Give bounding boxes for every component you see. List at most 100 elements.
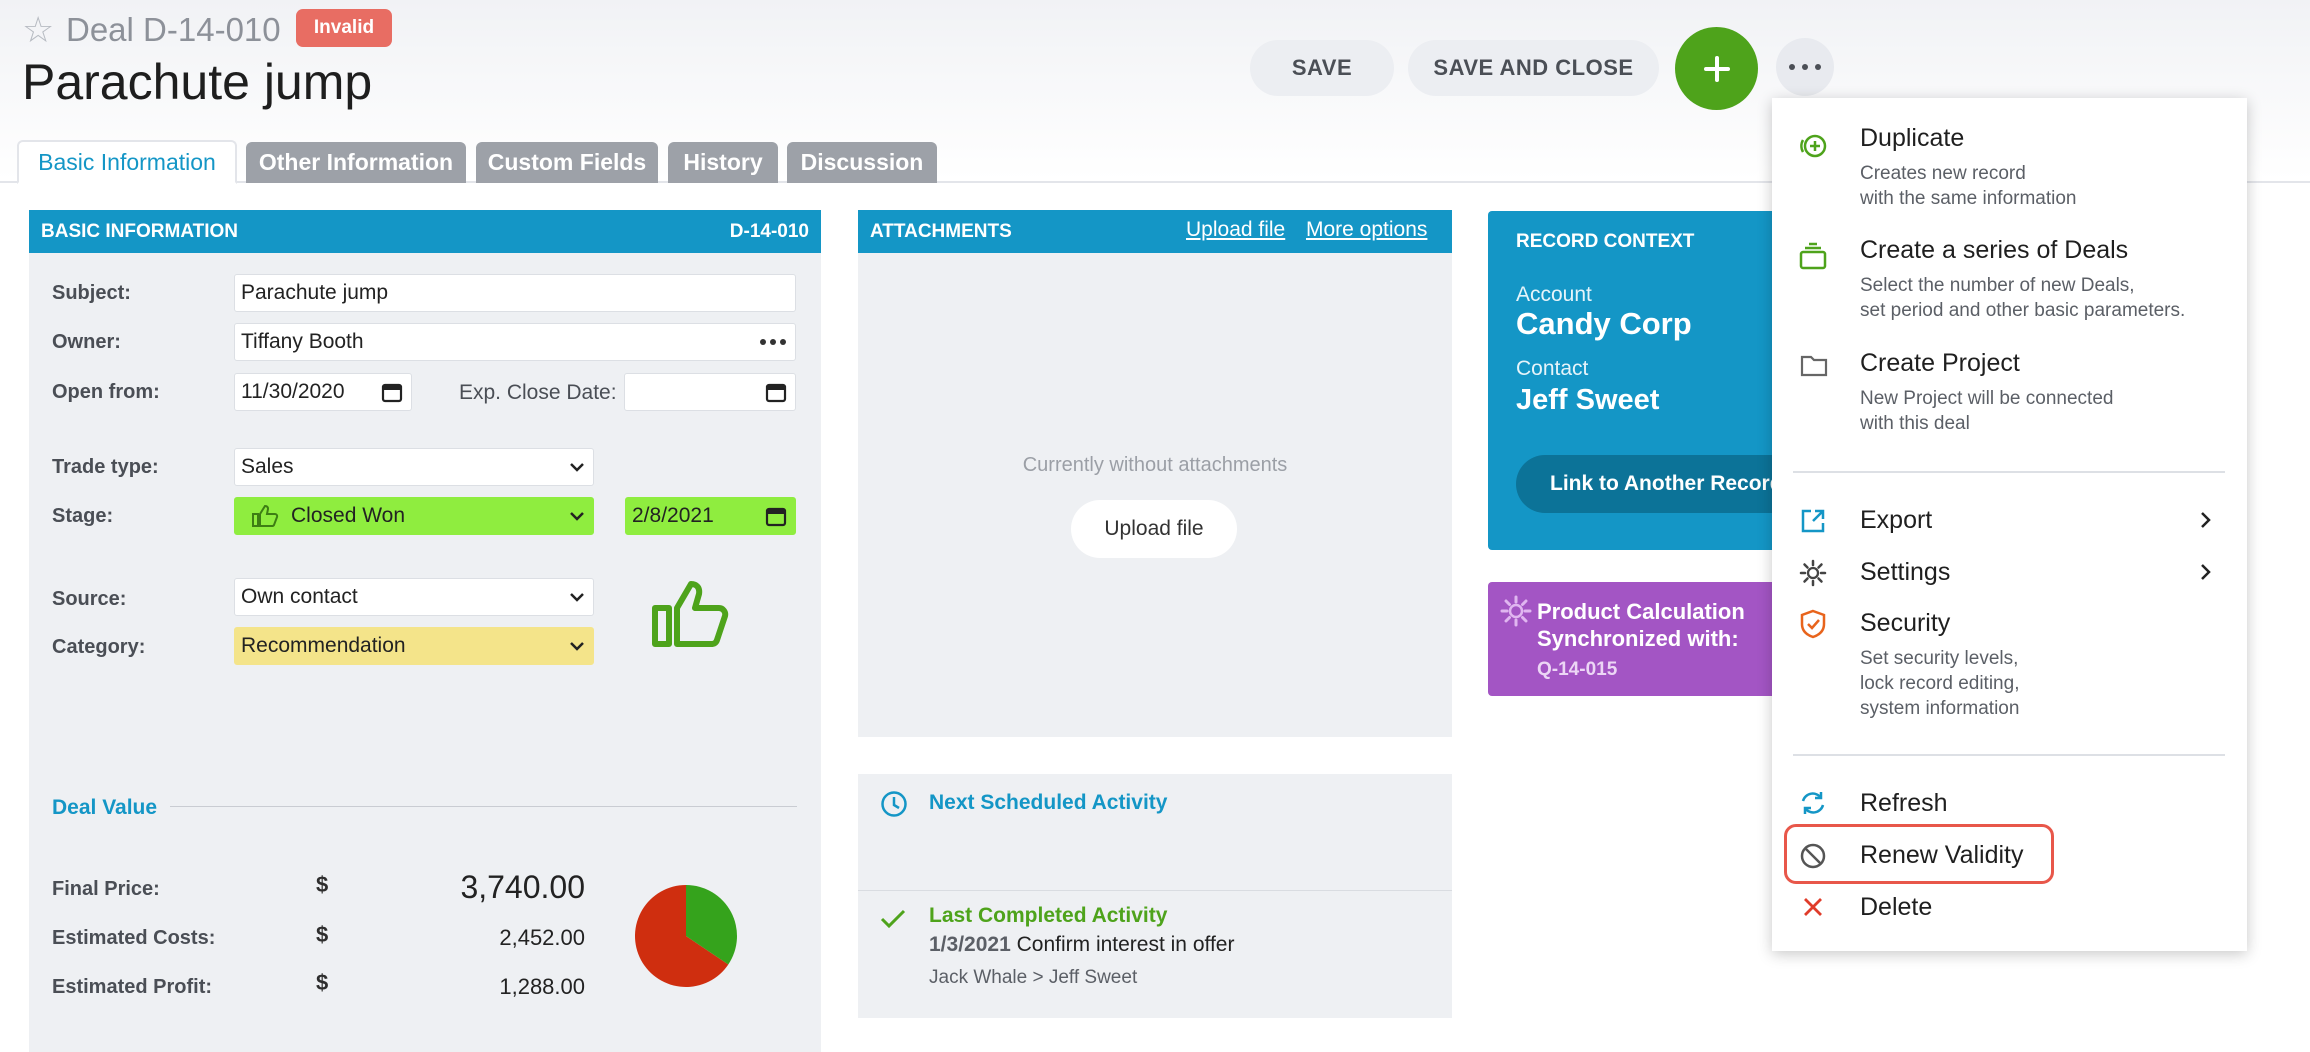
tab-basic-information[interactable]: Basic Information [17, 140, 237, 184]
menu-item-security[interactable]: Security Set security levels, lock recor… [1860, 609, 2240, 721]
upload-file-link[interactable]: Upload file [1186, 218, 1285, 242]
owner-label: Owner: [52, 331, 121, 353]
calendar-icon[interactable] [765, 505, 787, 527]
more-options-link[interactable]: More options [1306, 218, 1427, 242]
menu-item-create-project[interactable]: Create Project New Project will be conne… [1860, 349, 2240, 436]
chevron-down-icon [570, 512, 584, 521]
linked-quote-id[interactable]: Q-14-015 [1537, 659, 1617, 681]
chevron-right-icon [2201, 512, 2211, 528]
menu-item-refresh[interactable]: Refresh [1860, 789, 1948, 818]
stage-thumbs-up-icon [652, 581, 729, 647]
tab-history[interactable]: History [668, 142, 778, 183]
add-button[interactable] [1675, 27, 1758, 110]
subject-field[interactable]: Parachute jump [234, 274, 796, 312]
trade-type-value: Sales [241, 455, 294, 478]
ellipsis-dot [1815, 64, 1821, 70]
more-actions-button[interactable] [1776, 38, 1834, 96]
stage-select[interactable]: Closed Won [234, 497, 594, 535]
exp-close-date-field[interactable] [624, 373, 796, 411]
tab-custom-fields[interactable]: Custom Fields [476, 142, 658, 183]
menu-item-delete[interactable]: Delete [1860, 893, 1932, 922]
record-context-title: RECORD CONTEXT [1516, 231, 1695, 252]
activities-divider [858, 890, 1452, 891]
checkmark-icon [880, 909, 906, 929]
page-title: Parachute jump [22, 54, 373, 110]
category-label: Category: [52, 636, 146, 658]
menu-item-renew-validity[interactable]: Renew Validity [1860, 841, 2024, 870]
plus-icon [1703, 55, 1730, 82]
refresh-icon [1801, 792, 1825, 814]
estimated-profit-label: Estimated Profit: [52, 976, 213, 998]
upload-file-button[interactable]: Upload file [1071, 500, 1237, 558]
category-value: Recommendation [241, 634, 406, 657]
menu-item-title: Create a series of Deals [1860, 236, 2129, 264]
tab-discussion[interactable]: Discussion [787, 142, 937, 183]
calendar-icon[interactable] [381, 381, 403, 403]
chevron-right-icon [2201, 564, 2211, 580]
record-id: D-14-010 [143, 11, 281, 48]
menu-item-description: New Project will be connected [1860, 388, 2114, 409]
menu-item-description: system information [1860, 698, 2020, 719]
calendar-icon[interactable] [765, 381, 787, 403]
save-button[interactable]: SAVE [1250, 40, 1394, 96]
basic-information-header: BASIC INFORMATION D-14-010 [29, 210, 821, 253]
gear-icon [1500, 595, 1532, 627]
status-badge: Invalid [296, 9, 392, 47]
category-select[interactable]: Recommendation [234, 627, 594, 665]
menu-divider [1793, 471, 2225, 473]
menu-item-description: Select the number of new Deals, [1860, 275, 2135, 296]
estimated-costs-label: Estimated Costs: [52, 927, 216, 949]
product-calculation-subtitle: Synchronized with: [1537, 626, 1739, 651]
folder-icon [1800, 355, 1828, 377]
menu-item-export[interactable]: Export [1860, 506, 1932, 535]
menu-item-description: with this deal [1860, 413, 1970, 434]
menu-item-duplicate[interactable]: Duplicate Creates new record with the sa… [1860, 124, 2240, 211]
open-from-value: 11/30/2020 [241, 380, 345, 403]
currency-symbol: $ [316, 970, 329, 995]
next-scheduled-activity[interactable]: Next Scheduled Activity [929, 791, 1167, 815]
activity-participants: Jack Whale > Jeff Sweet [929, 967, 1138, 988]
owner-picker-icon[interactable] [759, 338, 787, 346]
estimated-costs-value: 2,452.00 [499, 925, 585, 950]
chevron-down-icon [570, 642, 584, 651]
source-select[interactable]: Own contact [234, 578, 594, 616]
link-to-another-record-button[interactable]: Link to Another Record [1516, 455, 1772, 513]
stage-label: Stage: [52, 505, 114, 527]
owner-value: Tiffany Booth [241, 330, 364, 353]
contact-link[interactable]: Jeff Sweet [1516, 384, 1659, 417]
chevron-down-icon [570, 593, 584, 602]
record-identifier: Deal D-14-010 [66, 10, 281, 50]
prohibited-icon [1800, 843, 1826, 869]
export-icon [1801, 509, 1825, 533]
menu-item-create-series[interactable]: Create a series of Deals Select the numb… [1860, 236, 2240, 323]
activity-date: 1/3/2021 [929, 933, 1011, 956]
shield-icon [1800, 609, 1826, 639]
stage-date-field[interactable]: 2/8/2021 [625, 497, 796, 535]
open-from-date-field[interactable]: 11/30/2020 [234, 373, 412, 411]
panel-title: BASIC INFORMATION [41, 220, 239, 242]
clock-icon [881, 791, 907, 817]
deal-value-divider [170, 806, 797, 807]
menu-item-title: Create Project [1860, 349, 2020, 377]
ellipsis-dot [1802, 64, 1808, 70]
account-link[interactable]: Candy Corp [1516, 306, 1692, 342]
currency-symbol: $ [316, 922, 329, 947]
source-label: Source: [52, 588, 127, 610]
save-and-close-button[interactable]: SAVE AND CLOSE [1408, 40, 1659, 96]
stage-date-value: 2/8/2021 [632, 504, 714, 527]
menu-item-description: Creates new record [1860, 163, 2026, 184]
owner-field[interactable]: Tiffany Booth [234, 323, 796, 361]
final-price-label: Final Price: [52, 878, 160, 900]
last-completed-activity[interactable]: 1/3/2021 Confirm interest in offer [929, 933, 1234, 957]
settings-gear-icon [1799, 559, 1827, 587]
menu-item-description: set period and other basic parameters. [1860, 300, 2186, 321]
open-from-label: Open from: [52, 381, 160, 403]
menu-item-title: Duplicate [1860, 124, 1965, 152]
tab-other-information[interactable]: Other Information [246, 142, 466, 183]
record-type: Deal [66, 11, 134, 48]
contact-label: Contact [1516, 357, 1589, 380]
favorite-star-icon[interactable]: ☆ [22, 10, 54, 50]
trade-type-select[interactable]: Sales [234, 448, 594, 486]
attachments-title: ATTACHMENTS [870, 220, 1012, 242]
menu-item-settings[interactable]: Settings [1860, 558, 1950, 587]
